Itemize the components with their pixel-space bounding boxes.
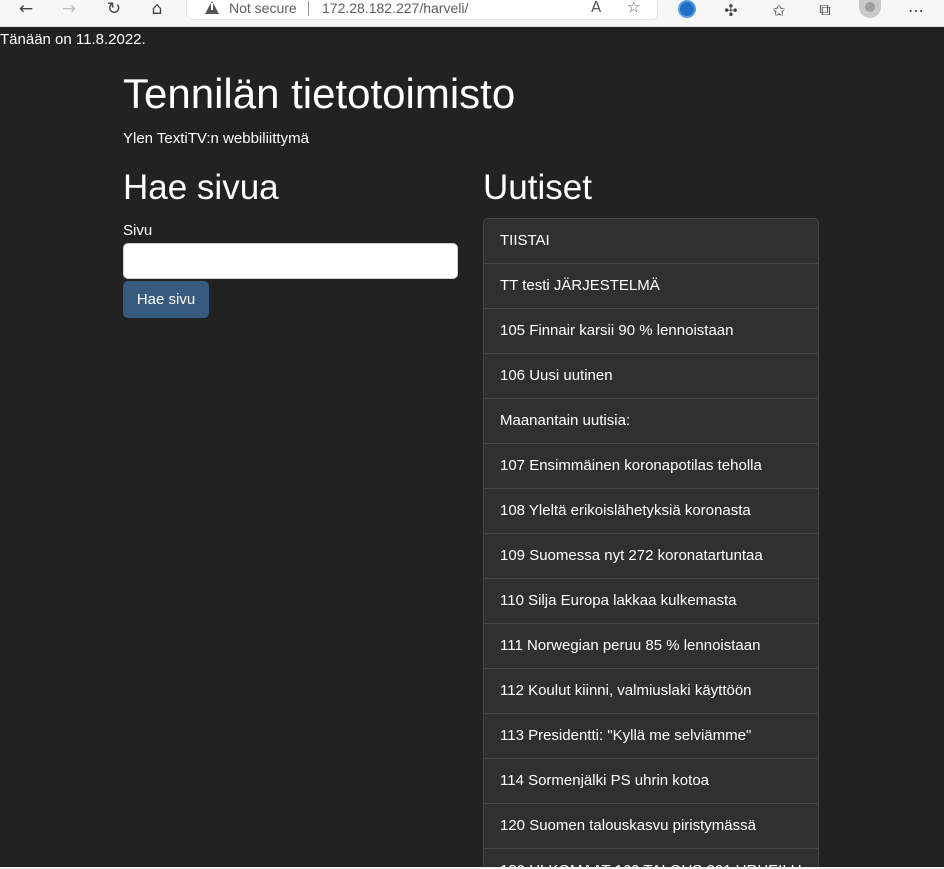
news-item[interactable]: TIISTAI — [484, 219, 818, 263]
news-item[interactable]: 105 Finnair karsii 90 % lennoistaan — [484, 308, 818, 353]
news-item[interactable]: 112 Koulut kiinni, valmiuslaki käyttöön — [484, 668, 818, 713]
news-item[interactable]: 106 Uusi uutinen — [484, 353, 818, 398]
address-bar[interactable]: Not secure 172.28.182.227/harveli/ A ☆ — [186, 0, 658, 20]
page-number-input[interactable] — [123, 243, 458, 279]
browser-toolbar: ← → ↻ ⌂ Not secure 172.28.182.227/harvel… — [0, 0, 944, 27]
news-item[interactable]: 109 Suomessa nyt 272 koronatartuntaa — [484, 533, 818, 578]
extension-app-icon[interactable] — [678, 0, 696, 18]
url-text[interactable]: 172.28.182.227/harveli/ — [322, 0, 468, 16]
profile-avatar[interactable] — [859, 0, 881, 18]
back-arrow-icon[interactable]: ← — [14, 0, 38, 19]
refresh-icon[interactable]: ↻ — [102, 0, 126, 19]
read-aloud-icon[interactable]: A — [591, 0, 601, 16]
not-secure-label[interactable]: Not secure — [229, 0, 297, 16]
forward-arrow-icon[interactable]: → — [57, 0, 81, 19]
news-heading: Uutiset — [483, 168, 592, 207]
news-item[interactable]: TT testi JÄRJESTELMÄ — [484, 263, 818, 308]
news-item[interactable]: 108 Yleltä erikoislähetyksiä koronasta — [484, 488, 818, 533]
extensions-puzzle-icon[interactable]: ✣ — [720, 0, 742, 20]
page-field-label: Sivu — [123, 222, 153, 239]
news-item[interactable]: 110 Silja Europa lakkaa kulkemasta — [484, 578, 818, 623]
add-favorite-icon[interactable]: ☆ — [627, 0, 640, 16]
more-menu-icon[interactable]: ⋯ — [905, 0, 927, 20]
address-separator — [308, 1, 309, 16]
page-title: Tennilän tietotoimisto — [123, 70, 516, 117]
news-item[interactable]: 130 ULKOMAAT 160 TALOUS 201 URHEILU — [484, 848, 818, 869]
search-page-button[interactable]: Hae sivu — [123, 281, 209, 318]
favorites-icon[interactable]: ✩ — [768, 0, 790, 20]
news-item[interactable]: 107 Ensimmäinen koronapotilas teholla — [484, 443, 818, 488]
news-item[interactable]: 120 Suomen talouskasvu piristymässä — [484, 803, 818, 848]
news-list: TIISTAI TT testi JÄRJESTELMÄ 105 Finnair… — [483, 218, 819, 869]
home-icon[interactable]: ⌂ — [145, 0, 169, 19]
news-item[interactable]: Maanantain uutisia: — [484, 398, 818, 443]
collections-icon[interactable]: ⧉ — [814, 0, 836, 20]
page-subtitle: Ylen TextiTV:n webbiliittymä — [123, 130, 309, 147]
warning-icon-mark — [211, 3, 213, 10]
news-item[interactable]: 113 Presidentti: "Kyllä me selviämme" — [484, 713, 818, 758]
news-item[interactable]: 114 Sormenjälki PS uhrin kotoa — [484, 758, 818, 803]
news-item[interactable]: 111 Norwegian peruu 85 % lennoistaan — [484, 623, 818, 668]
date-line: Tänään on 11.8.2022. — [0, 31, 146, 48]
search-heading: Hae sivua — [123, 168, 279, 207]
